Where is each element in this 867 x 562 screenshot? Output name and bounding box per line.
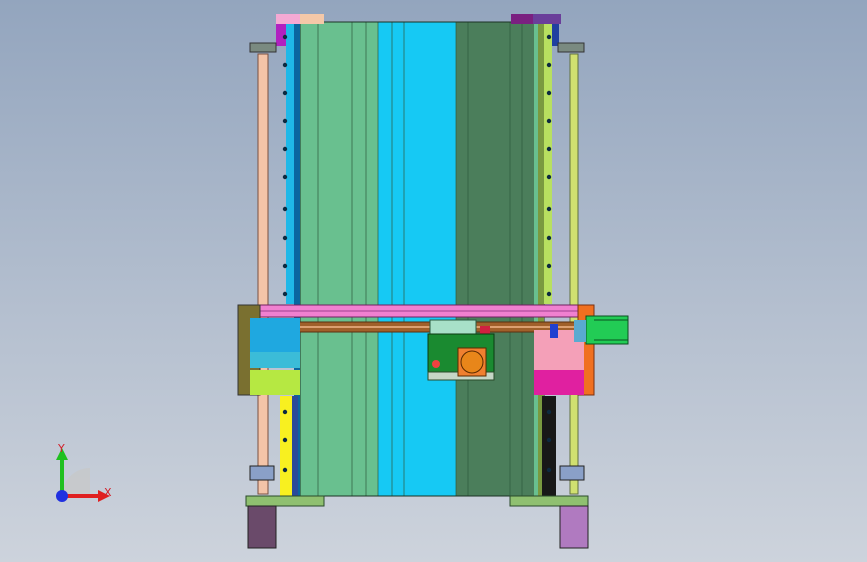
panel-center — [378, 22, 456, 496]
z-axis-origin — [56, 490, 68, 502]
main-frame — [299, 21, 545, 497]
linear-module-assembly[interactable] — [0, 0, 867, 562]
triad-y-label: Y — [58, 442, 65, 455]
triad-axes-icon — [56, 448, 110, 502]
triad-x-label: X — [104, 486, 112, 499]
cad-viewport[interactable]: Y X — [0, 0, 867, 562]
orientation-triad[interactable]: Y X — [40, 438, 120, 518]
